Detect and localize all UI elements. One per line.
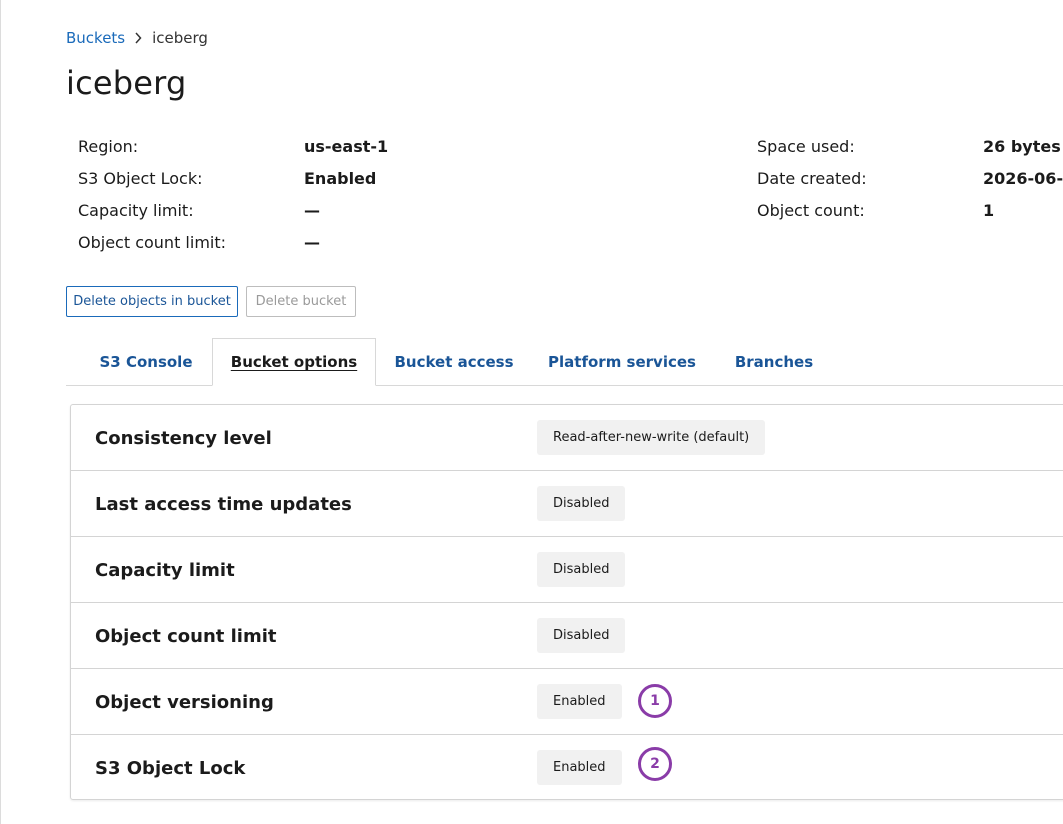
breadcrumb: Buckets iceberg (66, 29, 208, 47)
tab-branches[interactable]: Branches (716, 338, 832, 386)
bucket-options-panel: Consistency level Read-after-new-write (… (70, 404, 1063, 800)
option-row-capacity-limit[interactable]: Capacity limit Disabled (71, 536, 1063, 602)
date-created-label: Date created: (757, 169, 867, 188)
space-used-value: 26 bytes (983, 137, 1061, 156)
object-count-value: 1 (983, 201, 995, 220)
object-lock-value: Enabled (304, 169, 377, 188)
option-row-object-count-limit[interactable]: Object count limit Disabled (71, 602, 1063, 668)
summary-object-count-limit: Object count limit: — (78, 233, 320, 252)
breadcrumb-buckets-link[interactable]: Buckets (66, 29, 125, 47)
page-title: iceberg (66, 64, 187, 102)
option-value-chip: Disabled (537, 552, 626, 587)
space-used-label: Space used: (757, 137, 855, 156)
option-label: S3 Object Lock (95, 757, 246, 779)
option-value-chip: Disabled (537, 618, 626, 653)
option-row-consistency-level[interactable]: Consistency level Read-after-new-write (… (71, 405, 1063, 471)
option-value-chip: Disabled (537, 486, 626, 521)
object-lock-label: S3 Object Lock: (78, 169, 203, 188)
date-created-value: 2026-06-20 (983, 169, 1063, 188)
breadcrumb-current: iceberg (152, 29, 208, 47)
option-label: Consistency level (95, 427, 272, 449)
option-label: Object count limit (95, 625, 277, 647)
option-value-chip: Enabled (537, 684, 622, 719)
option-label: Last access time updates (95, 493, 352, 515)
summary-date-created: Date created: 2026-06-20 (757, 169, 1063, 188)
option-label: Capacity limit (95, 559, 235, 581)
tab-bucket-access[interactable]: Bucket access (380, 338, 528, 386)
tab-bucket-options[interactable]: Bucket options (212, 338, 376, 386)
delete-bucket-button[interactable]: Delete bucket (246, 286, 356, 317)
summary-region: Region: us-east-1 (78, 137, 388, 156)
tab-platform-services[interactable]: Platform services (536, 338, 708, 386)
region-value: us-east-1 (304, 137, 389, 156)
region-label: Region: (78, 137, 139, 156)
summary-object-count: Object count: 1 (757, 201, 994, 220)
capacity-limit-label: Capacity limit: (78, 201, 194, 220)
page-left-border (0, 0, 1, 824)
summary-space-used: Space used: 26 bytes (757, 137, 1061, 156)
option-row-object-versioning[interactable]: Object versioning Enabled 1 (71, 668, 1063, 734)
capacity-limit-value: — (304, 201, 320, 220)
object-count-limit-value: — (304, 233, 320, 252)
option-value-chip: Read-after-new-write (default) (537, 420, 766, 455)
callout-marker-1: 1 (638, 684, 672, 718)
summary-object-lock: S3 Object Lock: Enabled (78, 169, 376, 188)
option-row-s3-object-lock[interactable]: S3 Object Lock Enabled 2 (71, 734, 1063, 800)
tab-s3-console[interactable]: S3 Console (84, 338, 208, 386)
option-row-last-access-time[interactable]: Last access time updates Disabled (71, 470, 1063, 536)
option-label: Object versioning (95, 691, 274, 713)
object-count-label: Object count: (757, 201, 865, 220)
delete-objects-button[interactable]: Delete objects in bucket (66, 286, 238, 317)
summary-capacity-limit: Capacity limit: — (78, 201, 320, 220)
object-count-limit-label: Object count limit: (78, 233, 227, 252)
callout-marker-2: 2 (638, 747, 672, 781)
option-value-chip: Enabled (537, 750, 622, 785)
chevron-right-icon (134, 32, 142, 44)
